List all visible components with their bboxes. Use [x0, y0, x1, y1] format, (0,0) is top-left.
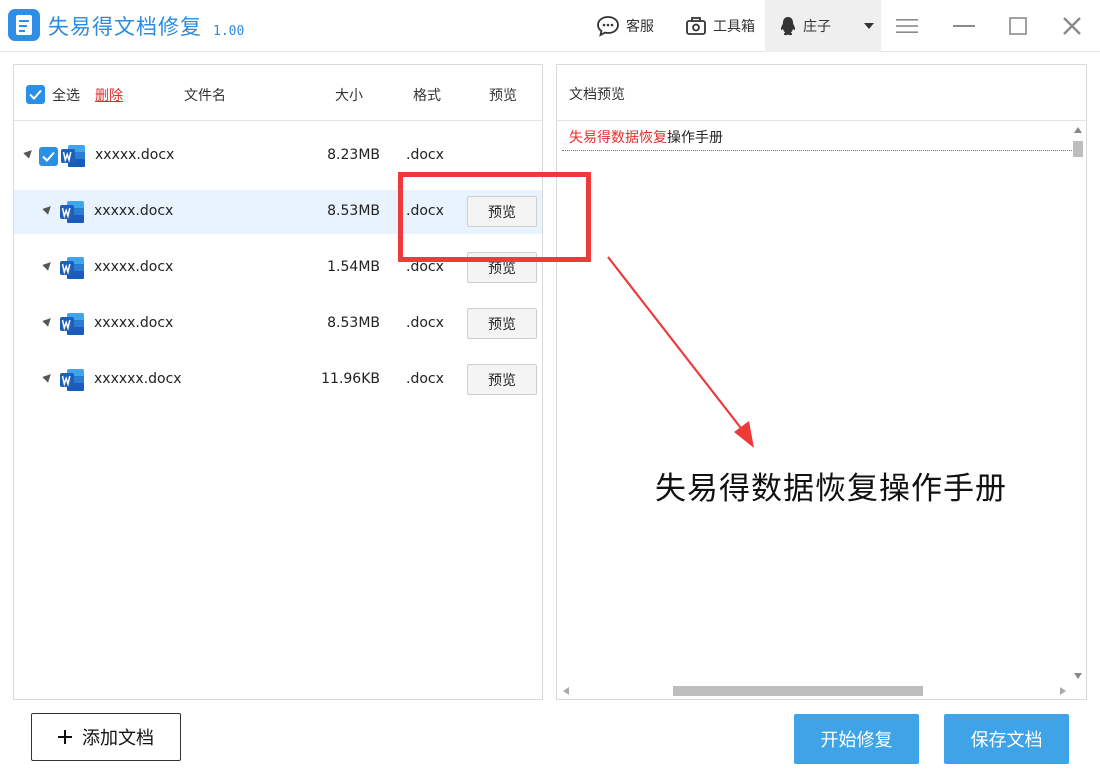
file-name: xxxxxx.docx: [94, 371, 182, 387]
scroll-down-icon[interactable]: [1074, 673, 1082, 679]
add-document-button[interactable]: 添加文档: [31, 713, 181, 761]
customer-service-label: 客服: [626, 19, 654, 35]
file-list-header: 全选 删除 文件名 大小 格式 预览: [14, 65, 542, 121]
scroll-left-icon[interactable]: [563, 687, 569, 695]
column-header-size: 大小: [335, 88, 363, 104]
close-icon: [1063, 17, 1081, 35]
word-doc-icon: [60, 201, 84, 223]
tree-expand-icon[interactable]: [42, 203, 54, 215]
file-name: xxxxx.docx: [94, 203, 174, 219]
toolbox-label: 工具箱: [713, 19, 755, 35]
checkmark-icon: [29, 89, 42, 100]
tree-expand-icon[interactable]: [42, 371, 54, 383]
file-name: xxxxx.docx: [94, 259, 174, 275]
delete-link[interactable]: 删除: [95, 85, 123, 105]
vertical-scrollbar-thumb[interactable]: [1073, 141, 1083, 157]
toolbox-icon: [686, 17, 706, 35]
start-repair-button[interactable]: 开始修复: [794, 714, 919, 764]
column-header-format: 格式: [413, 88, 441, 104]
horizontal-scrollbar-thumb[interactable]: [673, 686, 923, 696]
preview-highlight-text: 失易得数据恢复: [569, 130, 667, 146]
app-logo-icon: [8, 9, 40, 41]
qq-penguin-icon: [780, 17, 796, 36]
user-account-menu[interactable]: 庄子: [765, 0, 881, 52]
plus-icon: [58, 730, 72, 744]
file-checkbox[interactable]: [39, 147, 58, 166]
preview-header: 文档预览: [557, 65, 1086, 121]
file-list-panel: 全选 删除 文件名 大小 格式 预览 xxxxx.docx 8.23MB .do…: [13, 64, 543, 700]
file-size: 8.53MB: [327, 203, 380, 219]
customer-service-button[interactable]: 客服: [596, 0, 654, 52]
checkmark-icon: [42, 151, 55, 162]
word-doc-icon: [60, 257, 84, 279]
hamburger-icon: [896, 19, 918, 33]
preview-divider: [562, 150, 1072, 151]
title-bar: 失易得文档修复 1.00 客服 工具箱 庄子: [0, 0, 1100, 52]
preview-rest-text: 操作手册: [667, 130, 723, 146]
document-preview-panel: 文档预览 失易得数据恢复操作手册: [556, 64, 1087, 700]
caret-down-icon[interactable]: [863, 22, 875, 30]
file-format: .docx: [406, 371, 444, 387]
annotation-highlight-box: [398, 172, 591, 262]
preview-button[interactable]: 预览: [467, 308, 537, 339]
word-doc-icon: [60, 369, 84, 391]
user-name: 庄子: [803, 19, 831, 35]
tree-expand-icon[interactable]: [42, 315, 54, 327]
select-all-checkbox[interactable]: [26, 85, 45, 104]
file-name: xxxxx.docx: [95, 147, 175, 163]
toolbox-button[interactable]: 工具箱: [685, 0, 755, 52]
file-size: 1.54MB: [327, 259, 380, 275]
scroll-up-icon[interactable]: [1074, 127, 1082, 133]
app-title: 失易得文档修复: [48, 15, 202, 39]
preview-title: 文档预览: [569, 87, 625, 103]
column-header-preview: 预览: [489, 88, 517, 104]
maximize-button[interactable]: [998, 0, 1038, 52]
file-name: xxxxx.docx: [94, 315, 174, 331]
file-size: 8.23MB: [327, 147, 380, 163]
file-row[interactable]: xxxxxx.docx 11.96KB .docx 预览: [14, 358, 542, 402]
chat-bubble-icon: [597, 16, 619, 37]
menu-button[interactable]: [887, 0, 927, 52]
tree-expand-icon[interactable]: [23, 147, 35, 159]
tree-expand-icon[interactable]: [42, 259, 54, 271]
column-header-name: 文件名: [184, 88, 226, 104]
close-button[interactable]: [1052, 0, 1092, 52]
word-doc-icon: [60, 313, 84, 335]
minimize-button[interactable]: [944, 0, 984, 52]
word-doc-icon: [61, 145, 85, 167]
save-document-button[interactable]: 保存文档: [944, 714, 1069, 764]
preview-document-line: 失易得数据恢复操作手册: [569, 127, 723, 147]
select-all-label[interactable]: 全选: [52, 85, 80, 105]
file-row[interactable]: xxxxx.docx 8.53MB .docx 预览: [14, 302, 542, 346]
maximize-icon: [1009, 17, 1027, 35]
preview-button[interactable]: 预览: [467, 364, 537, 395]
file-format: .docx: [406, 147, 444, 163]
preview-caption: 失易得数据恢复操作手册: [655, 471, 1007, 507]
scroll-right-icon[interactable]: [1060, 687, 1066, 695]
add-document-label: 添加文档: [82, 728, 154, 749]
minimize-icon: [953, 25, 975, 27]
file-format: .docx: [406, 315, 444, 331]
app-version: 1.00: [213, 24, 245, 39]
file-size: 8.53MB: [327, 315, 380, 331]
file-size: 11.96KB: [321, 371, 380, 387]
